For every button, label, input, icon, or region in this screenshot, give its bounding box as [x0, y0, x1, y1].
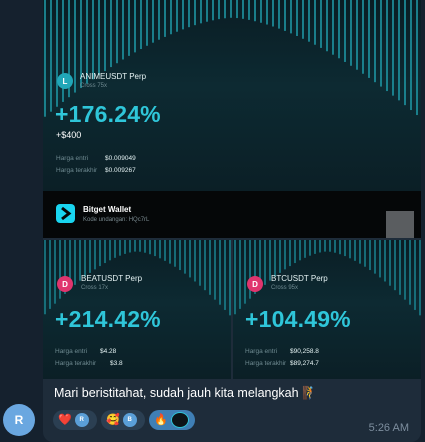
entry-price-value: $4.28	[100, 348, 117, 355]
bitget-wallet-logo-icon	[56, 204, 75, 223]
pair-name: ANIMEUSDT Perp	[80, 72, 147, 81]
entry-price-label: Harga entri	[56, 155, 89, 162]
entry-price-label: Harga entri	[245, 348, 278, 355]
pnl-percentage: +104.49%	[245, 306, 351, 332]
margin-mode: Cross 75x	[80, 83, 108, 89]
pnl-card-beat[interactable]: D BEATUSDT Perp Cross 17x +214.42% Harga…	[43, 240, 231, 379]
last-price-label: Harga terakhir	[245, 360, 287, 367]
qr-code-image	[386, 211, 414, 238]
last-price-label: Harga terakhir	[55, 360, 97, 367]
pnl-amount: +$400	[56, 130, 82, 140]
pnl-percentage: +214.42%	[55, 306, 161, 332]
last-price-label: Harga terakhir	[56, 167, 98, 174]
reaction-heart[interactable]: ❤️ R	[53, 410, 97, 430]
message-bubble: L ANIMEUSDT Perp Cross 75x +176.24% +$40…	[43, 0, 421, 442]
fire-icon: 🔥	[154, 413, 168, 426]
reaction-smiling-hearts[interactable]: 🥰 B	[101, 410, 145, 430]
margin-mode: Cross 17x	[81, 285, 109, 291]
heart-icon: ❤️	[58, 413, 72, 426]
pnl-percentage: +176.24%	[55, 101, 161, 127]
margin-mode: Cross 95x	[271, 285, 299, 291]
entry-price-value: $90,258.8	[290, 348, 319, 355]
bitget-wallet-banner[interactable]: Bitget Wallet Kode undangan: HQc7rL	[43, 191, 421, 238]
reactor-avatar: R	[74, 413, 89, 427]
smiling-face-hearts-icon: 🥰	[106, 413, 120, 426]
last-price-value: $0.009267	[105, 167, 136, 174]
reactor-avatar: B	[122, 413, 137, 427]
entry-price-label: Harga entri	[55, 348, 88, 355]
last-price-value: $89,274.7	[290, 360, 319, 367]
wallet-title: Bitget Wallet	[83, 205, 132, 214]
coin-icon-beat: D	[57, 276, 73, 292]
coin-icon-btc: D	[247, 276, 263, 292]
pair-name: BEATUSDT Perp	[81, 274, 143, 283]
reactor-avatar	[170, 412, 189, 428]
card-stripes-decoration	[44, 0, 418, 117]
message-caption: Mari beristitahat, sudah jauh kita melan…	[54, 386, 318, 400]
wallet-referral-code: Kode undangan: HQc7rL	[83, 217, 150, 223]
sender-avatar[interactable]: R	[3, 404, 35, 436]
reaction-fire[interactable]: 🔥	[149, 410, 195, 430]
pair-name: BTCUSDT Perp	[271, 274, 328, 283]
last-price-value: $3.8	[110, 360, 123, 367]
entry-price-value: $0.009049	[105, 155, 136, 162]
pnl-card-btc[interactable]: D BTCUSDT Perp Cross 95x +104.49% Harga …	[233, 240, 421, 379]
message-time: 5:26 AM	[368, 422, 409, 434]
pnl-card-anime[interactable]: L ANIMEUSDT Perp Cross 75x +176.24% +$40…	[43, 0, 421, 191]
coin-icon-anime: L	[57, 73, 73, 89]
